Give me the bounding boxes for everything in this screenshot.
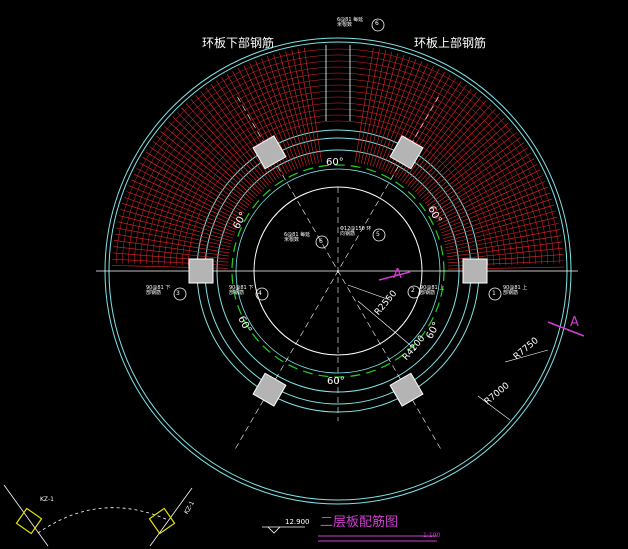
left-inner-circle: 4 <box>258 290 262 297</box>
angle-top: 60° <box>326 157 344 168</box>
drawing-title: 二层板配筋图 <box>320 515 399 530</box>
column-rect <box>188 258 214 284</box>
column-detail-inset <box>3 484 193 547</box>
center-note-2-circle: 6 <box>319 238 323 245</box>
top-right-title: 环板上部钢筋 <box>414 36 487 50</box>
center-note-1: Φ12@150 环向钢筋 <box>340 226 372 237</box>
section-mark-right: A <box>570 315 579 330</box>
detail-column <box>15 507 43 535</box>
right-inner-circle: 2 <box>411 287 415 294</box>
column-square <box>462 258 488 284</box>
detail-line <box>3 484 49 547</box>
rebar-arc <box>145 78 531 265</box>
right-outer-circle: 1 <box>492 290 496 297</box>
left-outer-note: 90@81 下部钢筋 <box>146 285 171 296</box>
column-tag-left: KZ-1 <box>40 496 54 503</box>
column-square <box>188 258 214 284</box>
cad-drawing-canvas[interactable] <box>0 0 628 549</box>
center-note-2: 6@81 每延米根数 <box>284 232 311 243</box>
drawing-scale: 1:100 <box>423 532 441 539</box>
angle-bottom: 60° <box>327 376 345 387</box>
annotation-marks <box>173 18 585 542</box>
left-outer-circle: 3 <box>176 290 180 297</box>
elevation-symbol <box>262 526 305 534</box>
column-rect <box>462 258 488 284</box>
section-mark-center: A <box>393 267 402 282</box>
left-inner-note: 90@81 下部钢筋 <box>229 285 254 296</box>
center-note-1-circle: 5 <box>376 231 380 238</box>
top-note: 6@81 每延米根数 <box>337 17 364 28</box>
right-outer-note: 90@81 上部钢筋 <box>503 285 528 296</box>
right-inner-note: 90@81 上部钢筋 <box>420 285 445 296</box>
top-left-title: 环板下部钢筋 <box>202 36 275 50</box>
detail-arc <box>37 507 169 534</box>
radial-axis-lines <box>96 93 578 449</box>
top-note-circle: 6 <box>375 20 379 27</box>
rebar-arc <box>139 72 537 265</box>
elevation-label: 12.900 <box>285 518 310 526</box>
detail-line <box>149 487 193 547</box>
